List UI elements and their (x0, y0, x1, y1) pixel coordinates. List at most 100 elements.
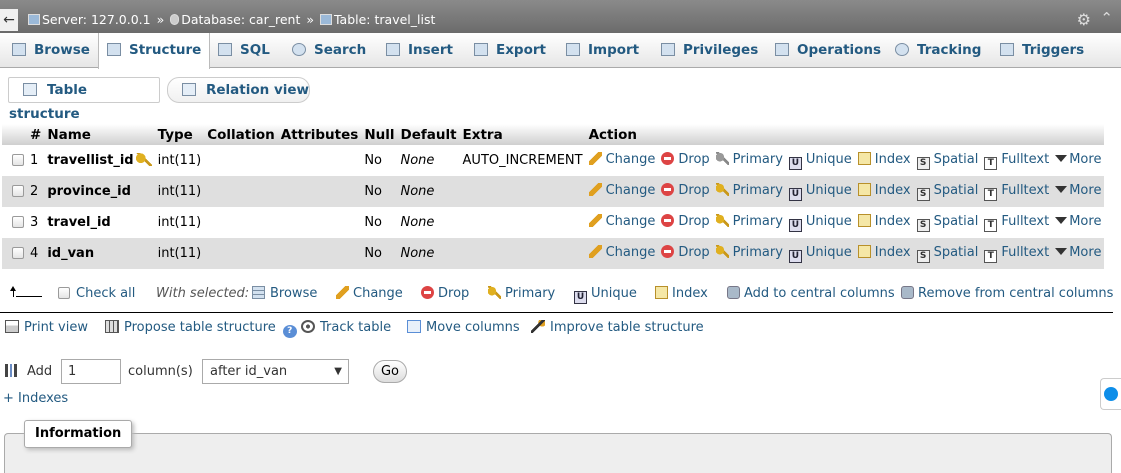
header-default[interactable]: Default (397, 124, 460, 145)
tab-operations[interactable]: Operations (775, 33, 881, 68)
bulk-remove-central-button[interactable]: Remove from central columns (901, 286, 1113, 301)
header-null[interactable]: Null (361, 124, 398, 145)
fulltext-button[interactable]: T Fulltext (984, 213, 1050, 232)
header-num[interactable]: # (27, 124, 45, 145)
change-button[interactable]: Change (588, 182, 655, 198)
header-name[interactable]: Name (44, 124, 155, 145)
index-button[interactable]: Index (857, 182, 911, 198)
row-checkbox[interactable] (12, 185, 24, 197)
row-checkbox[interactable] (12, 154, 24, 166)
subtab-relation-view[interactable]: Relation view (167, 77, 310, 103)
more-dropdown[interactable]: More (1055, 214, 1101, 229)
index-label: Index (874, 151, 911, 167)
spatial-button[interactable]: S Spatial (916, 183, 978, 201)
change-label: Change (605, 151, 656, 167)
tab-import[interactable]: Import (566, 33, 639, 68)
more-label: More (1069, 213, 1102, 229)
tab-browse[interactable]: Browse (12, 33, 90, 68)
bulk-unique-button[interactable]: U Unique (574, 286, 637, 304)
more-dropdown[interactable]: More (1055, 183, 1101, 198)
information-panel (4, 433, 1112, 473)
column-name[interactable]: travellist_id (47, 153, 133, 168)
pencil-icon (588, 151, 602, 165)
tab-export[interactable]: Export (474, 33, 546, 68)
print-view-link[interactable]: Print view (5, 320, 88, 335)
tab-privileges[interactable]: Privileges (661, 33, 758, 68)
tab-structure[interactable]: Structure (98, 33, 211, 69)
more-dropdown[interactable]: More (1055, 152, 1101, 167)
column-name[interactable]: province_id (47, 184, 131, 199)
column-position-select[interactable]: after id_van ▼ (202, 359, 349, 384)
tab-triggers[interactable]: Triggers (1000, 33, 1084, 68)
header-collation[interactable]: Collation (204, 124, 278, 145)
index-button[interactable]: Index (857, 213, 911, 229)
tab-sql[interactable]: SQL (218, 33, 270, 68)
drop-button[interactable]: Drop (661, 244, 710, 260)
primary-label: Primary (732, 182, 783, 198)
bulk-add-central-button[interactable]: Add to central columns (727, 286, 895, 301)
spatial-label: Spatial (933, 244, 979, 260)
bulk-primary-button[interactable]: Primary (488, 286, 555, 301)
go-button[interactable]: Go (373, 360, 407, 383)
bulk-index-button[interactable]: Index (655, 286, 708, 301)
tab-search[interactable]: Search (292, 33, 366, 68)
spatial-button[interactable]: S Spatial (916, 244, 979, 263)
fulltext-button[interactable]: T Fulltext (984, 245, 1049, 263)
bulk-drop-button[interactable]: Drop (421, 286, 469, 301)
primary-button[interactable]: Primary (715, 182, 783, 198)
tab-insert[interactable]: Insert (386, 33, 453, 68)
help-icon[interactable]: ? (282, 325, 297, 338)
subtab-table-structure[interactable]: Table structure (8, 77, 160, 122)
spatial-button[interactable]: S Spatial (916, 214, 978, 232)
header-type[interactable]: Type (154, 124, 205, 145)
move-columns-link[interactable]: Move columns (407, 320, 520, 335)
change-button[interactable]: Change (588, 244, 655, 260)
unique-button[interactable]: U Unique (788, 152, 852, 170)
bulk-browse-button[interactable]: Browse (252, 286, 317, 301)
improve-structure-link[interactable]: Improve table structure (531, 320, 704, 335)
row-checkbox[interactable] (12, 247, 24, 259)
check-all-checkbox[interactable] (58, 287, 70, 299)
row-default: None (397, 145, 460, 176)
spatial-button[interactable]: S Spatial (916, 152, 978, 170)
tab-tracking[interactable]: Tracking (895, 33, 981, 68)
breadcrumb-server[interactable]: Server: 127.0.0.1 (42, 12, 151, 27)
teamviewer-icon[interactable] (1100, 378, 1121, 410)
unique-button[interactable]: U Unique (788, 183, 852, 201)
primary-button[interactable]: Primary (715, 244, 783, 260)
more-dropdown[interactable]: More (1055, 245, 1101, 260)
propose-structure-link[interactable]: Propose table structure? (105, 320, 302, 338)
check-all[interactable]: Check all (58, 286, 135, 301)
drop-button[interactable]: Drop (661, 213, 710, 229)
import-icon (566, 43, 580, 56)
back-arrow-icon[interactable]: ← (0, 9, 18, 31)
header-attributes[interactable]: Attributes (277, 124, 362, 145)
breadcrumb-table[interactable]: Table: travel_list (334, 12, 435, 27)
indexes-toggle[interactable]: + Indexes (3, 391, 68, 406)
fulltext-button[interactable]: T Fulltext (984, 183, 1049, 201)
column-name[interactable]: travel_id (47, 215, 110, 230)
breadcrumb-database[interactable]: Database: car_rent (181, 12, 300, 27)
fulltext-button[interactable]: T Fulltext (984, 152, 1049, 170)
unique-button[interactable]: U Unique (788, 214, 852, 232)
collapse-icon[interactable]: ⌃ (1100, 9, 1113, 27)
header-extra[interactable]: Extra (459, 124, 586, 145)
column-name[interactable]: id_van (47, 246, 94, 261)
bulk-change-button[interactable]: Change (336, 286, 403, 301)
fulltext-label: Fulltext (1001, 213, 1050, 229)
gear-icon[interactable]: ⚙ (1077, 10, 1091, 29)
primary-button[interactable]: Primary (715, 213, 783, 229)
column-count-input[interactable] (61, 359, 121, 384)
drop-button[interactable]: Drop (661, 182, 710, 198)
index-button[interactable]: Index (857, 151, 911, 167)
subtab-label: Table structure (9, 82, 88, 122)
primary-button[interactable]: Primary (715, 151, 783, 167)
index-button[interactable]: Index (857, 244, 911, 260)
track-table-link[interactable]: Track table (301, 320, 391, 335)
row-checkbox[interactable] (12, 216, 24, 228)
drop-button[interactable]: Drop (661, 151, 710, 167)
change-button[interactable]: Change (588, 151, 656, 167)
change-button[interactable]: Change (588, 213, 655, 229)
with-selected-label: With selected: (156, 286, 250, 301)
unique-button[interactable]: U Unique (788, 245, 852, 263)
